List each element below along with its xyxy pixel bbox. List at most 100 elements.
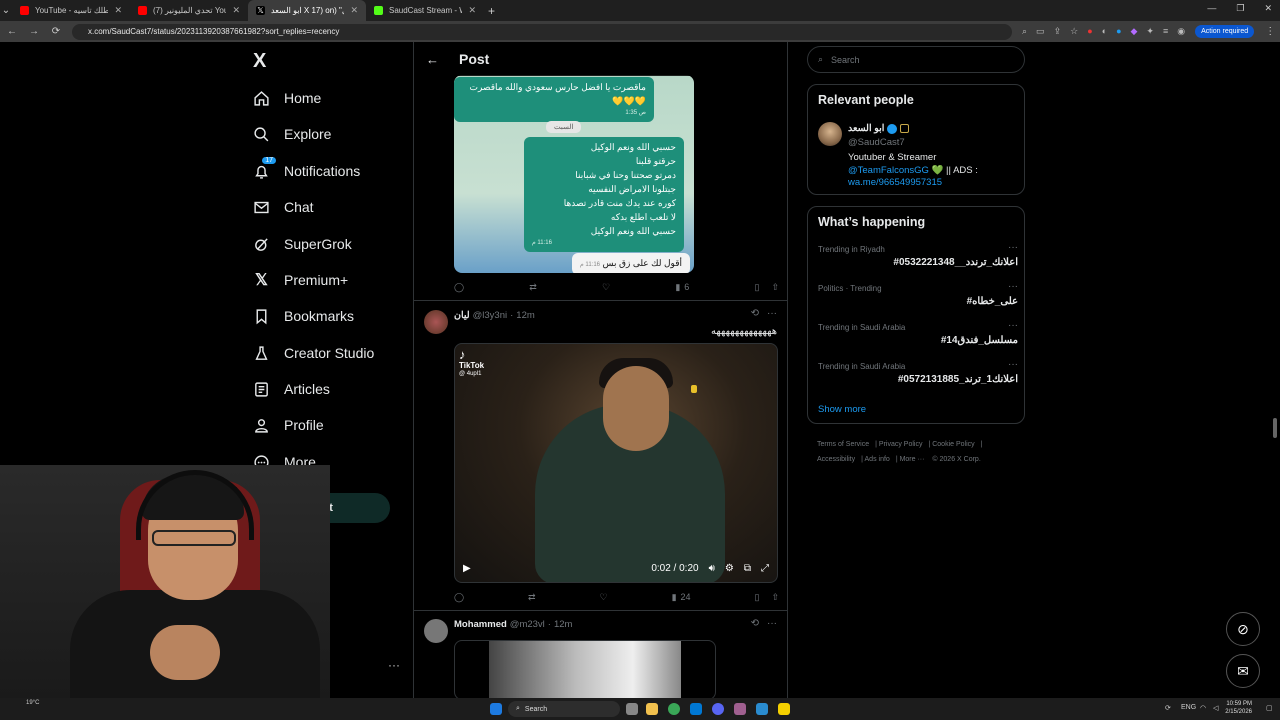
file-explorer-icon[interactable]: [646, 703, 658, 715]
like-icon[interactable]: ♡: [600, 592, 608, 603]
tab-search-icon[interactable]: ⌄: [0, 5, 12, 16]
chrome-icon[interactable]: [668, 703, 680, 715]
more-icon[interactable]: ···: [1008, 281, 1018, 292]
back-arrow-icon[interactable]: ←: [426, 52, 439, 67]
extension-icon[interactable]: ◆: [1131, 26, 1138, 37]
share-icon[interactable]: ⇧: [771, 592, 779, 603]
nav-item-supergrok[interactable]: SuperGrok: [253, 229, 352, 259]
nav-item-home[interactable]: Home: [253, 83, 321, 113]
extension-icon[interactable]: ●: [1116, 26, 1121, 37]
reply-icon[interactable]: ◯: [454, 592, 464, 603]
trend-item[interactable]: Trending in Saudi Arabia ··· #مسلسل_فندق…: [818, 320, 1018, 346]
forward-icon[interactable]: →: [28, 26, 40, 37]
avatar[interactable]: [424, 310, 448, 334]
app-icon[interactable]: [734, 703, 746, 715]
nav-item-premium[interactable]: 𝕏 Premium+: [253, 265, 348, 295]
more-icon[interactable]: ···: [1008, 359, 1018, 370]
url-input[interactable]: x.com/SaudCast7/status/20231139203876619…: [72, 23, 1012, 40]
volume-icon[interactable]: ◁: [1213, 704, 1218, 712]
x-logo[interactable]: X: [253, 50, 266, 73]
author-handle[interactable]: @m23vl: [510, 619, 545, 630]
browser-tab[interactable]: SaudCast Stream - Watch Live - ✕: [366, 0, 484, 21]
close-tab-icon[interactable]: ✕: [232, 5, 240, 16]
extension-icon[interactable]: ●: [1087, 26, 1092, 37]
pip-icon[interactable]: ⧉: [744, 563, 751, 574]
tweet-time[interactable]: 12m: [516, 310, 534, 321]
views-counter[interactable]: ▮ 6: [675, 282, 689, 293]
nav-item-bookmarks[interactable]: Bookmarks: [253, 301, 354, 331]
star-icon[interactable]: ☆: [1070, 26, 1078, 37]
scrollbar-thumb[interactable]: [1273, 418, 1277, 438]
footer-link[interactable]: Cookie Policy: [932, 441, 974, 448]
notifications-icon[interactable]: ▢: [1266, 704, 1273, 712]
nav-item-profile[interactable]: Profile: [253, 410, 324, 440]
account-more-icon[interactable]: ···: [388, 658, 400, 672]
bio-link[interactable]: wa.me/966549957315: [848, 177, 1018, 190]
more-icon[interactable]: ···: [1008, 242, 1018, 253]
cast-icon[interactable]: ▭: [1036, 26, 1045, 37]
retweet-icon[interactable]: ⇄: [529, 282, 537, 293]
show-more-link[interactable]: Show more: [818, 404, 866, 415]
browser-tab-active[interactable]: 𝕏 ابو السعد X 17) on) "ميمز - لول ✕: [248, 0, 366, 21]
browser-tab[interactable]: YouTube - ما طلك تاسيه ✕: [12, 0, 130, 21]
network-icon[interactable]: ⟳: [1165, 704, 1171, 712]
author-name[interactable]: Mohammed: [454, 619, 507, 630]
close-tab-icon[interactable]: ✕: [468, 5, 476, 16]
search-input[interactable]: ⌕ Search: [807, 46, 1025, 73]
like-icon[interactable]: ♡: [602, 282, 610, 293]
avatar[interactable]: [424, 619, 448, 643]
browser-tab[interactable]: (7) تحدي المليونير YouTube 2 - ✕: [130, 0, 248, 21]
nav-item-articles[interactable]: Articles: [253, 374, 330, 404]
grok-fab-icon[interactable]: ⊘: [1226, 612, 1260, 646]
trend-item[interactable]: Trending in Saudi Arabia ··· #اعلانك1_تر…: [818, 359, 1018, 385]
sticky-notes-icon[interactable]: [778, 703, 790, 715]
author-name[interactable]: ليان: [454, 310, 470, 321]
puzzle-icon[interactable]: ✦: [1146, 26, 1154, 37]
messages-fab-icon[interactable]: ✉: [1226, 654, 1260, 688]
store-icon[interactable]: [690, 703, 702, 715]
language-indicator[interactable]: ENG: [1181, 704, 1196, 711]
share-icon[interactable]: ⇧: [771, 282, 779, 293]
settings-icon[interactable]: ⚙: [725, 563, 734, 574]
bookmark-icon[interactable]: ▯: [754, 282, 759, 293]
more-icon[interactable]: ···: [767, 308, 777, 319]
weather-widget[interactable]: 19°C: [26, 700, 39, 706]
nav-item-creator-studio[interactable]: Creator Studio: [253, 338, 374, 368]
close-tab-icon[interactable]: ✕: [350, 5, 358, 16]
footer-link[interactable]: Ads info: [865, 456, 890, 463]
chat-screenshot-image[interactable]: ماقصرت يا افضل حارس سعودي والله ماقصرت 💛…: [454, 75, 694, 273]
windows-start-icon[interactable]: [490, 703, 502, 715]
clock[interactable]: 10:59 PM 2/15/2026: [1225, 700, 1252, 716]
play-icon[interactable]: ▶: [463, 563, 471, 574]
footer-link[interactable]: Terms of Service: [817, 441, 869, 448]
more-icon[interactable]: ···: [767, 618, 777, 629]
bookmark-icon[interactable]: ▯: [754, 592, 759, 603]
video-player[interactable]: ♪ TikTok @ 4upl1 ▶ 0:02 / 0:20 🔊︎ ⚙ ⧉ ⤢: [454, 343, 778, 583]
grok-icon[interactable]: ⟲: [751, 308, 759, 319]
profile-icon[interactable]: ◉: [1177, 26, 1185, 37]
tweet-image[interactable]: [454, 640, 716, 698]
footer-link[interactable]: Accessibility: [817, 456, 855, 463]
nav-item-chat[interactable]: Chat: [253, 192, 314, 222]
back-icon[interactable]: ←: [6, 26, 18, 37]
footer-link[interactable]: Privacy Policy: [879, 441, 923, 448]
reload-icon[interactable]: ⟳: [50, 26, 62, 37]
person-handle[interactable]: @SaudCast7: [848, 137, 905, 148]
trend-item[interactable]: Trending in Riyadh ··· #اعلانك_ترندد__05…: [818, 242, 1018, 268]
author-handle[interactable]: @l3y3ni: [473, 310, 507, 321]
volume-icon[interactable]: 🔊︎: [709, 563, 715, 574]
close-window-icon[interactable]: ✕: [1264, 3, 1272, 14]
task-view-icon[interactable]: [626, 703, 638, 715]
grok-icon[interactable]: ⟲: [751, 618, 759, 629]
avatar[interactable]: [818, 122, 842, 146]
app-icon[interactable]: [756, 703, 768, 715]
new-tab-icon[interactable]: +: [488, 4, 495, 18]
retweet-icon[interactable]: ⇄: [528, 592, 536, 603]
menu-icon[interactable]: ⋮: [1264, 26, 1276, 37]
taskbar-search[interactable]: ⌕ Search: [508, 701, 620, 717]
discord-icon[interactable]: [712, 703, 724, 715]
fullscreen-icon[interactable]: ⤢: [761, 563, 769, 574]
close-tab-icon[interactable]: ✕: [114, 5, 122, 16]
views-counter[interactable]: ▮ 24: [672, 592, 691, 603]
extension-icon[interactable]: ◐: [1102, 26, 1107, 37]
